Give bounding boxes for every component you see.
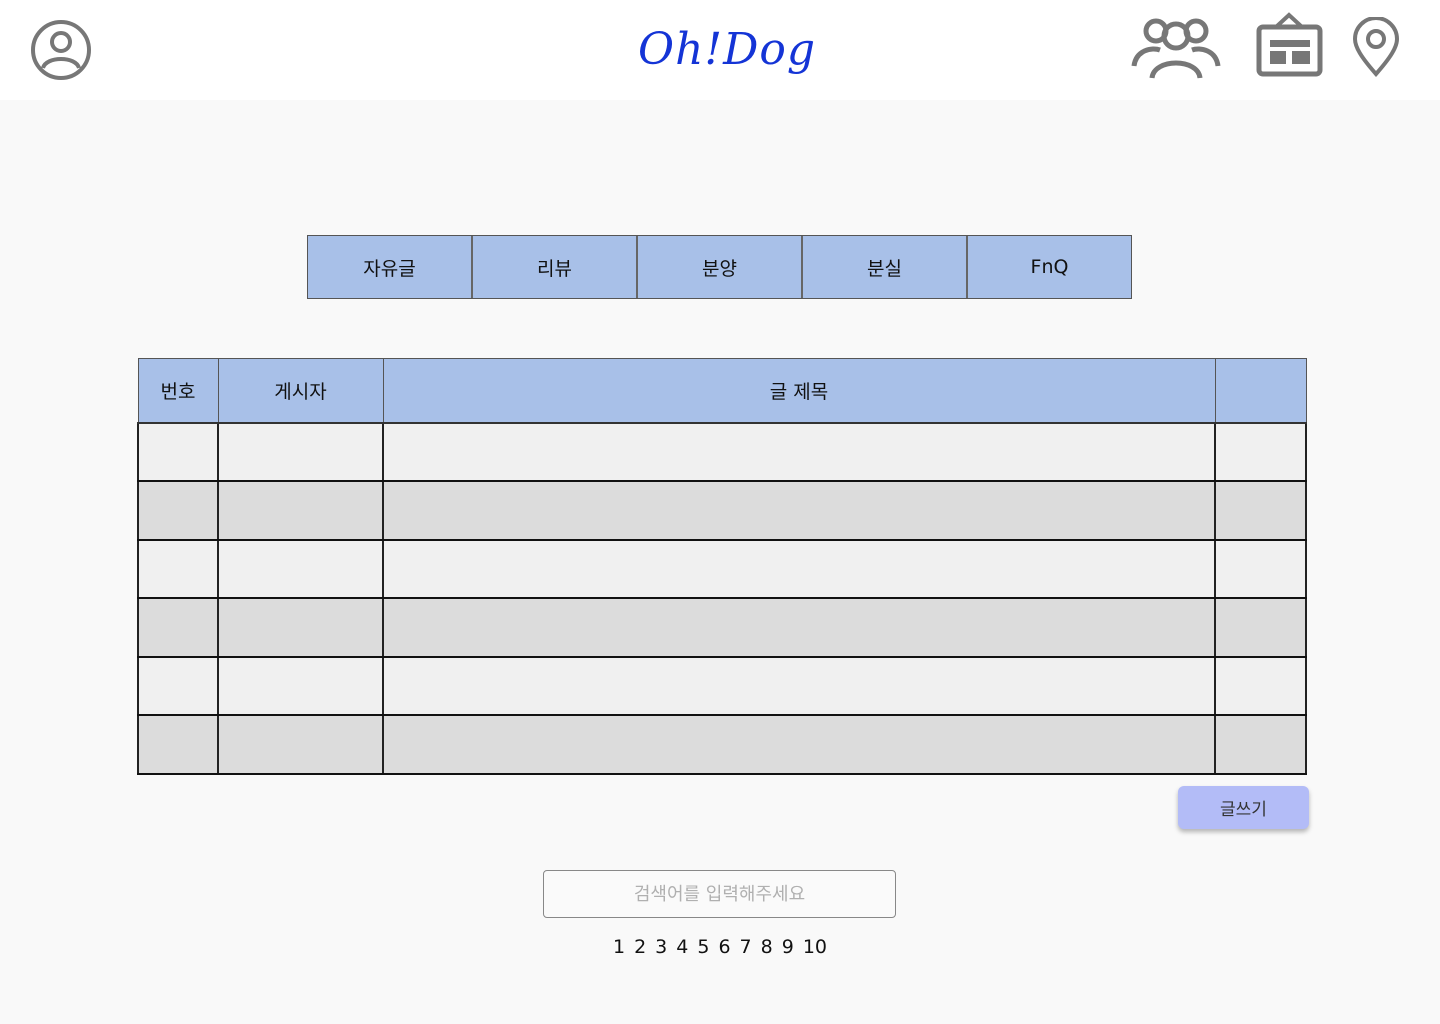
page-link-6[interactable]: 6: [718, 936, 730, 964]
table-cell: [137, 480, 219, 541]
table-cell: [137, 714, 219, 775]
store-icon[interactable]: [1256, 11, 1323, 77]
table-cell: [137, 597, 219, 658]
table-cell: [382, 539, 1216, 599]
table-cell: [1214, 714, 1307, 775]
user-circle-icon[interactable]: [30, 19, 92, 81]
table-row[interactable]: [137, 656, 1307, 716]
table-cell: [137, 422, 219, 482]
table-cell: [1214, 656, 1307, 716]
table-cell: [382, 714, 1216, 775]
table-row[interactable]: [137, 539, 1307, 599]
table-cell: [217, 714, 384, 775]
page-link-8[interactable]: 8: [761, 936, 773, 964]
column-header-author: 게시자: [217, 358, 384, 424]
tab-review[interactable]: 리뷰: [473, 236, 638, 298]
tab-adoption[interactable]: 분양: [638, 236, 803, 298]
table-row[interactable]: [137, 714, 1307, 775]
table-cell: [217, 539, 384, 599]
tab-lost[interactable]: 분실: [803, 236, 968, 298]
tab-free-post[interactable]: 자유글: [308, 236, 473, 298]
page-link-9[interactable]: 9: [782, 936, 794, 964]
table-cell: [1214, 597, 1307, 658]
post-table: 번호 게시자 글 제목: [137, 358, 1307, 775]
table-cell: [137, 539, 219, 599]
table-cell: [1214, 480, 1307, 541]
community-icon[interactable]: [1130, 14, 1222, 82]
page-link-7[interactable]: 7: [740, 936, 752, 964]
logo[interactable]: Oh!Dog: [638, 18, 818, 82]
page-link-3[interactable]: 3: [655, 936, 667, 964]
search-input[interactable]: [543, 870, 896, 918]
table-cell: [382, 597, 1216, 658]
tab-fnq[interactable]: FnQ: [968, 236, 1131, 298]
map-pin-icon[interactable]: [1351, 16, 1401, 78]
table-cell: [1214, 539, 1307, 599]
column-header-title: 글 제목: [382, 358, 1216, 424]
table-header-row: 번호 게시자 글 제목: [137, 358, 1307, 424]
page-link-5[interactable]: 5: [697, 936, 709, 964]
page-link-2[interactable]: 2: [634, 936, 646, 964]
top-bar: Oh!Dog: [0, 0, 1440, 100]
table-cell: [217, 656, 384, 716]
table-cell: [137, 656, 219, 716]
write-post-button[interactable]: 글쓰기: [1178, 786, 1309, 829]
pagination: 1 2 3 4 5 6 7 8 9 10: [600, 936, 840, 964]
table-cell: [382, 480, 1216, 541]
category-tabs: 자유글 리뷰 분양 분실 FnQ: [307, 235, 1132, 299]
table-cell: [382, 422, 1216, 482]
table-cell: [217, 480, 384, 541]
table-cell: [382, 656, 1216, 716]
page-link-4[interactable]: 4: [676, 936, 688, 964]
column-header-extra: [1214, 358, 1307, 424]
table-row[interactable]: [137, 422, 1307, 482]
table-cell: [217, 597, 384, 658]
page-link-10[interactable]: 10: [803, 936, 827, 964]
table-row[interactable]: [137, 597, 1307, 658]
table-cell: [217, 422, 384, 482]
page-link-1[interactable]: 1: [613, 936, 625, 964]
table-row[interactable]: [137, 480, 1307, 541]
table-cell: [1214, 422, 1307, 482]
column-header-number: 번호: [137, 358, 219, 424]
